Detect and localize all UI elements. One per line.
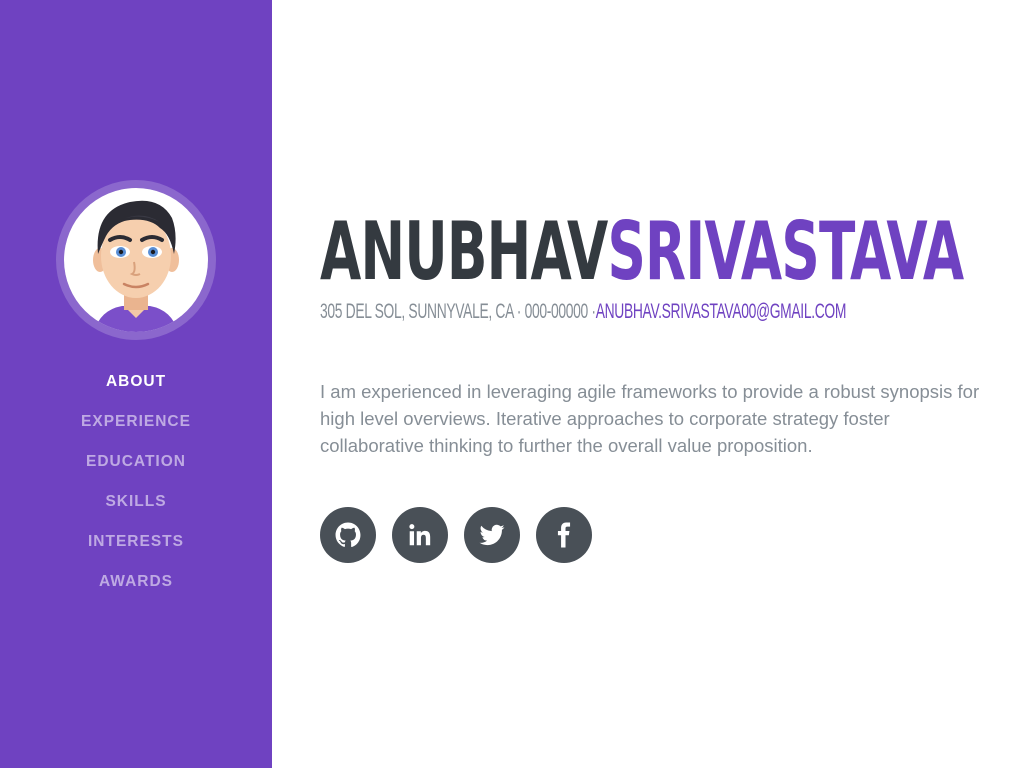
github-button[interactable] xyxy=(320,507,376,563)
nav-item-experience: Experience xyxy=(0,402,272,442)
nav-link-interests[interactable]: Interests xyxy=(88,533,184,551)
about-section: AnubhavSrivastava 305 Del Sol, Sunnyvale… xyxy=(320,0,1000,768)
linkedin-icon xyxy=(409,524,431,546)
first-name: Anubhav xyxy=(320,205,608,298)
avatar-icon xyxy=(64,188,208,332)
twitter-button[interactable] xyxy=(464,507,520,563)
address-text: 305 Del Sol, Sunnyvale, CA · 000-00000 · xyxy=(320,300,596,323)
sidebar-nav: About Experience Education Skills Intere… xyxy=(0,362,272,602)
nav-item-education: Education xyxy=(0,442,272,482)
contact-line: 305 Del Sol, Sunnyvale, CA · 000-00000 ·… xyxy=(320,298,846,326)
facebook-icon xyxy=(557,522,571,548)
email-link[interactable]: anubhav.srivastava00@gmail.com xyxy=(596,300,847,323)
social-icons xyxy=(320,507,592,563)
last-name: Srivastava xyxy=(607,205,964,298)
page-title: AnubhavSrivastava xyxy=(320,204,964,300)
twitter-icon xyxy=(479,524,505,546)
bio-text: I am experienced in leveraging agile fra… xyxy=(320,381,980,456)
nav-item-about: About xyxy=(0,362,272,402)
nav-link-about[interactable]: About xyxy=(106,373,166,391)
linkedin-button[interactable] xyxy=(392,507,448,563)
sidebar: About Experience Education Skills Intere… xyxy=(0,0,272,768)
nav-link-awards[interactable]: Awards xyxy=(99,573,173,591)
facebook-button[interactable] xyxy=(536,507,592,563)
nav-link-experience[interactable]: Experience xyxy=(81,413,191,431)
nav-link-skills[interactable]: Skills xyxy=(105,493,166,511)
github-icon xyxy=(335,522,361,547)
nav-item-interests: Interests xyxy=(0,522,272,562)
nav-link-education[interactable]: Education xyxy=(86,453,186,471)
profile-avatar xyxy=(56,180,216,340)
nav-item-skills: Skills xyxy=(0,482,272,522)
nav-item-awards: Awards xyxy=(0,562,272,602)
